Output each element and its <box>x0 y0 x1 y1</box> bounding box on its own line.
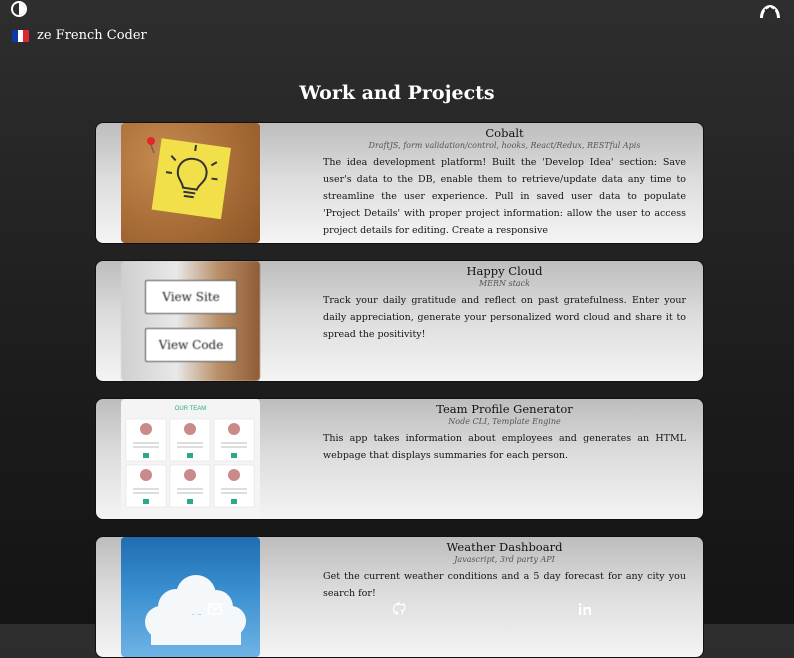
croissant-icon[interactable] <box>758 3 782 21</box>
project-description: Track your daily gratitude and reflect o… <box>323 295 686 340</box>
linkedin-icon[interactable] <box>577 602 593 616</box>
project-thumbnail-happy-cloud: View Site View Code <box>121 261 260 381</box>
project-thumbnail-weather[interactable] <box>121 537 260 657</box>
thumb-heading: OUR TEAM <box>174 406 207 412</box>
page-title: Work and Projects <box>299 82 495 104</box>
clouds-image <box>145 575 246 645</box>
project-tech: Node CLI, Template Engine <box>448 417 561 426</box>
project-title: Team Profile Generator <box>436 402 573 416</box>
brand-label: ze French Coder <box>37 28 147 43</box>
view-site-button[interactable]: View Site <box>145 280 237 314</box>
lightbulb-note-icon <box>147 137 231 220</box>
project-card-happy-cloud: View Site View Code Happy Cloud MERN sta… <box>95 260 704 382</box>
project-thumbnail-team-profile[interactable]: OUR TEAM <box>121 399 260 519</box>
theme-toggle-icon[interactable] <box>11 1 27 17</box>
project-card-cobalt: Cobalt DraftJS, form validation/control,… <box>95 122 704 244</box>
project-tech: DraftJS, form validation/control, hooks,… <box>368 141 641 150</box>
mail-icon[interactable] <box>207 602 223 616</box>
project-tech: MERN stack <box>478 279 530 288</box>
project-title: Happy Cloud <box>466 264 543 278</box>
project-title: Weather Dashboard <box>446 540 563 554</box>
project-thumbnail-cobalt[interactable] <box>121 123 260 243</box>
project-description: This app takes information about employe… <box>323 433 686 461</box>
project-tech: Javascript, 3rd party API <box>454 555 555 564</box>
project-description: The idea development platform! Built the… <box>323 157 686 236</box>
french-flag-icon <box>12 29 30 42</box>
project-title: Cobalt <box>485 126 524 140</box>
project-description: Get the current weather conditions and a… <box>323 571 686 599</box>
project-card-team-profile-generator: OUR TEAM Team Profile Generator Node CLI… <box>95 398 704 520</box>
view-code-button[interactable]: View Code <box>145 328 237 362</box>
github-icon[interactable] <box>392 602 408 616</box>
brand-link[interactable]: ze French Coder <box>12 28 147 43</box>
project-card-weather-dashboard: Weather Dashboard Javascript, 3rd party … <box>95 536 704 658</box>
team-grid-preview <box>125 418 255 508</box>
